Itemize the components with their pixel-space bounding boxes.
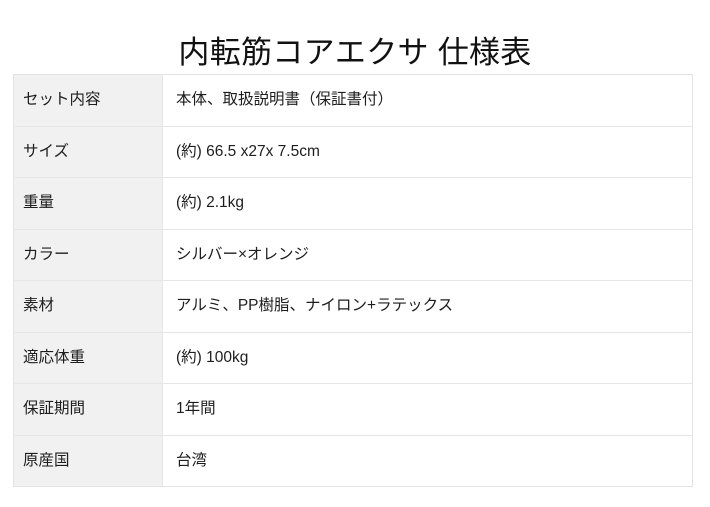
spec-label-size: サイズ: [13, 126, 163, 178]
table-row: セット内容 本体、取扱説明書（保証書付）: [13, 74, 693, 127]
spec-value-warranty: 1年間: [162, 383, 693, 436]
spec-value-size: (約) 66.5 x27x 7.5cm: [162, 126, 693, 178]
table-row: 素材 アルミ、PP樹脂、ナイロン+ラテックス: [13, 280, 693, 333]
page-title: 内転筋コアエクサ 仕様表: [178, 34, 532, 70]
table-row: 重量 (約) 2.1kg: [13, 177, 693, 230]
spec-value-weight: (約) 2.1kg: [162, 177, 693, 230]
spec-label-material: 素材: [13, 280, 163, 333]
table-row: サイズ (約) 66.5 x27x 7.5cm: [13, 126, 693, 178]
table-row: 保証期間 1年間: [13, 383, 693, 436]
spec-value-max-weight: (約) 100kg: [162, 332, 693, 384]
spec-value-material: アルミ、PP樹脂、ナイロン+ラテックス: [162, 280, 693, 333]
table-row: 適応体重 (約) 100kg: [13, 332, 693, 384]
spec-label-country-of-origin: 原産国: [13, 435, 163, 487]
table-row: カラー シルバー×オレンジ: [13, 229, 693, 281]
spec-table-container: セット内容 本体、取扱説明書（保証書付） サイズ (約) 66.5 x27x 7…: [13, 74, 693, 487]
table-row: 原産国 台湾: [13, 435, 693, 487]
spec-label-color: カラー: [13, 229, 163, 281]
spec-label-warranty: 保証期間: [13, 383, 163, 436]
spec-sheet-page: 内転筋コアエクサ 仕様表 セット内容 本体、取扱説明書（保証書付） サイズ (約…: [0, 0, 710, 507]
spec-value-country-of-origin: 台湾: [162, 435, 693, 487]
spec-label-weight: 重量: [13, 177, 163, 230]
specification-table: セット内容 本体、取扱説明書（保証書付） サイズ (約) 66.5 x27x 7…: [13, 74, 693, 487]
spec-value-color: シルバー×オレンジ: [162, 229, 693, 281]
spec-label-set-contents: セット内容: [13, 74, 163, 127]
spec-table-body: セット内容 本体、取扱説明書（保証書付） サイズ (約) 66.5 x27x 7…: [13, 74, 693, 487]
spec-value-set-contents: 本体、取扱説明書（保証書付）: [162, 74, 693, 127]
spec-label-max-weight: 適応体重: [13, 332, 163, 384]
